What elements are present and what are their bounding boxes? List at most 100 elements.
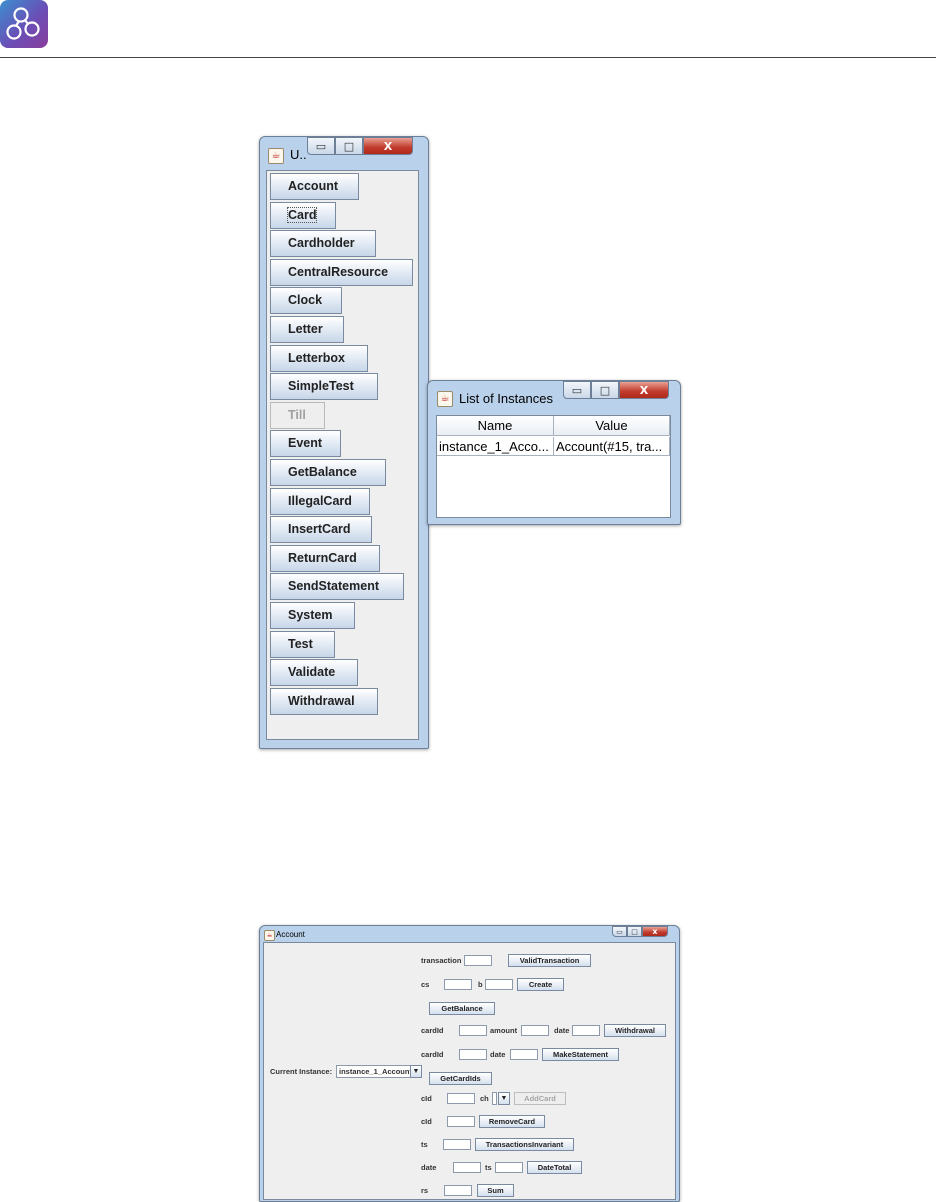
class-button-letterbox[interactable]: Letterbox — [270, 344, 368, 372]
ts-label: ts — [485, 1163, 492, 1172]
create-button[interactable]: Create — [517, 978, 564, 991]
class-button-label: Account — [288, 179, 338, 193]
window-title: List of Instances — [459, 391, 553, 406]
cardid-input[interactable] — [459, 1049, 487, 1060]
java-icon: ☕ — [264, 930, 275, 941]
add-card-button[interactable]: AddCard — [514, 1092, 566, 1105]
maximize-button[interactable]: □ — [627, 926, 642, 937]
class-button-label: GetBalance — [288, 465, 357, 479]
withdrawal-button[interactable]: Withdrawal — [604, 1024, 666, 1037]
class-button-system[interactable]: System — [270, 602, 355, 629]
app-logo — [0, 0, 48, 48]
window-title: Account — [276, 930, 305, 939]
chevron-down-icon[interactable]: ▼ — [498, 1092, 510, 1105]
ts-input[interactable] — [443, 1139, 471, 1150]
class-button-cardholder[interactable]: Cardholder — [270, 230, 376, 258]
cardid-label: cardId — [421, 1050, 444, 1059]
class-button-till[interactable]: Till — [270, 401, 325, 429]
class-button-label: System — [288, 608, 333, 622]
class-button-validate[interactable]: Validate — [270, 659, 358, 687]
maximize-button[interactable]: □ — [591, 381, 619, 399]
date-input[interactable] — [453, 1162, 481, 1173]
table-cell-name[interactable]: instance_1_Acco... — [437, 437, 554, 456]
column-header-value[interactable]: Value — [554, 416, 670, 436]
minimize-button[interactable]: ▭ — [307, 137, 335, 155]
date-total-button[interactable]: DateTotal — [527, 1161, 582, 1174]
minimize-button[interactable]: ▭ — [563, 381, 591, 399]
class-button-label: InsertCard — [288, 522, 351, 537]
close-button[interactable]: X — [363, 137, 413, 155]
b-label: b — [478, 980, 483, 989]
class-button-letter[interactable]: Letter — [270, 316, 344, 343]
class-button-card[interactable]: Card — [270, 201, 336, 229]
class-button-event[interactable]: Event — [270, 430, 341, 458]
class-button-label: CentralResource — [288, 264, 389, 279]
date-input[interactable] — [572, 1025, 600, 1036]
valid-transaction-button[interactable]: ValidTransaction — [508, 954, 591, 967]
class-button-label: SendStatement — [288, 579, 379, 594]
current-instance-value: instance_1_Account — [339, 1067, 412, 1076]
window-title: U.. — [290, 147, 307, 162]
class-button-label: IllegalCard — [288, 493, 352, 508]
amount-input[interactable] — [521, 1025, 549, 1036]
rs-label: rs — [421, 1186, 429, 1195]
class-button-test[interactable]: Test — [270, 630, 335, 658]
rs-input[interactable] — [444, 1185, 472, 1196]
current-instance-label: Current Instance: — [270, 1067, 333, 1076]
date-label: date — [421, 1163, 437, 1172]
cid-label: cId — [421, 1094, 432, 1103]
class-button-withdrawal[interactable]: Withdrawal — [270, 687, 378, 715]
class-button-insertcard[interactable]: InsertCard — [270, 516, 372, 544]
class-button-returncard[interactable]: ReturnCard — [270, 544, 380, 572]
cs-input[interactable] — [444, 979, 472, 990]
ui-window: ☕ U.. ▭ □ X Account Card Cardholder Central… — [259, 136, 429, 749]
chevron-down-icon[interactable]: ▼ — [410, 1065, 422, 1078]
ch-select[interactable] — [492, 1092, 497, 1105]
class-button-label: Cardholder — [288, 236, 355, 251]
class-button-centralresource[interactable]: CentralResource — [270, 258, 413, 286]
make-statement-button[interactable]: MakeStatement — [542, 1048, 619, 1061]
column-header-name[interactable]: Name — [437, 416, 554, 436]
sum-button[interactable]: Sum — [477, 1184, 514, 1197]
transaction-label: transaction — [421, 956, 462, 965]
minimize-button[interactable]: ▭ — [612, 926, 627, 937]
ts-input[interactable] — [495, 1162, 523, 1173]
cs-label: cs — [421, 980, 430, 989]
class-button-label: Letter — [288, 322, 323, 336]
date-input[interactable] — [510, 1049, 538, 1060]
ts-label: ts — [421, 1140, 428, 1149]
date-label: date — [490, 1050, 506, 1059]
transactions-invariant-button[interactable]: TransactionsInvariant — [475, 1138, 574, 1151]
remove-card-button[interactable]: RemoveCard — [479, 1115, 545, 1128]
amount-label: amount — [490, 1026, 518, 1035]
class-button-illegalcard[interactable]: IllegalCard — [270, 487, 370, 515]
close-button[interactable]: X — [619, 381, 669, 399]
class-button-label: Validate — [288, 665, 336, 680]
table-cell-value[interactable]: Account(#15, tra... — [554, 437, 670, 456]
account-window: ☕ Account ▭ □ x Current Instance: instan… — [259, 925, 680, 1202]
class-button-getbalance[interactable]: GetBalance — [270, 459, 386, 486]
class-button-label: Clock — [288, 293, 323, 308]
b-input[interactable] — [485, 979, 513, 990]
class-button-label: SimpleTest — [288, 379, 354, 394]
class-button-simpletest[interactable]: SimpleTest — [270, 373, 378, 401]
class-button-label: Letterbox — [288, 350, 345, 365]
class-button-panel: Account Card Cardholder CentralResource Cloc… — [266, 170, 419, 740]
maximize-button[interactable]: □ — [335, 137, 363, 155]
get-card-ids-button[interactable]: GetCardIds — [429, 1072, 492, 1085]
cid-input[interactable] — [447, 1093, 475, 1104]
class-button-account[interactable]: Account — [270, 173, 359, 200]
class-button-sendstatement[interactable]: SendStatement — [270, 573, 404, 601]
close-button[interactable]: x — [642, 926, 668, 937]
circles-logo-icon — [6, 7, 40, 40]
get-balance-button[interactable]: GetBalance — [429, 1002, 495, 1015]
account-panel: Current Instance: instance_1_Account ▼ t… — [263, 942, 676, 1200]
cid-input[interactable] — [447, 1116, 475, 1127]
class-button-label: Withdrawal — [288, 693, 355, 708]
transaction-input[interactable] — [464, 955, 492, 966]
class-button-label: Test — [288, 636, 313, 651]
cardid-input[interactable] — [459, 1025, 487, 1036]
class-button-label: ReturnCard — [288, 550, 357, 565]
class-button-clock[interactable]: Clock — [270, 287, 342, 315]
java-icon: ☕ — [268, 148, 284, 164]
